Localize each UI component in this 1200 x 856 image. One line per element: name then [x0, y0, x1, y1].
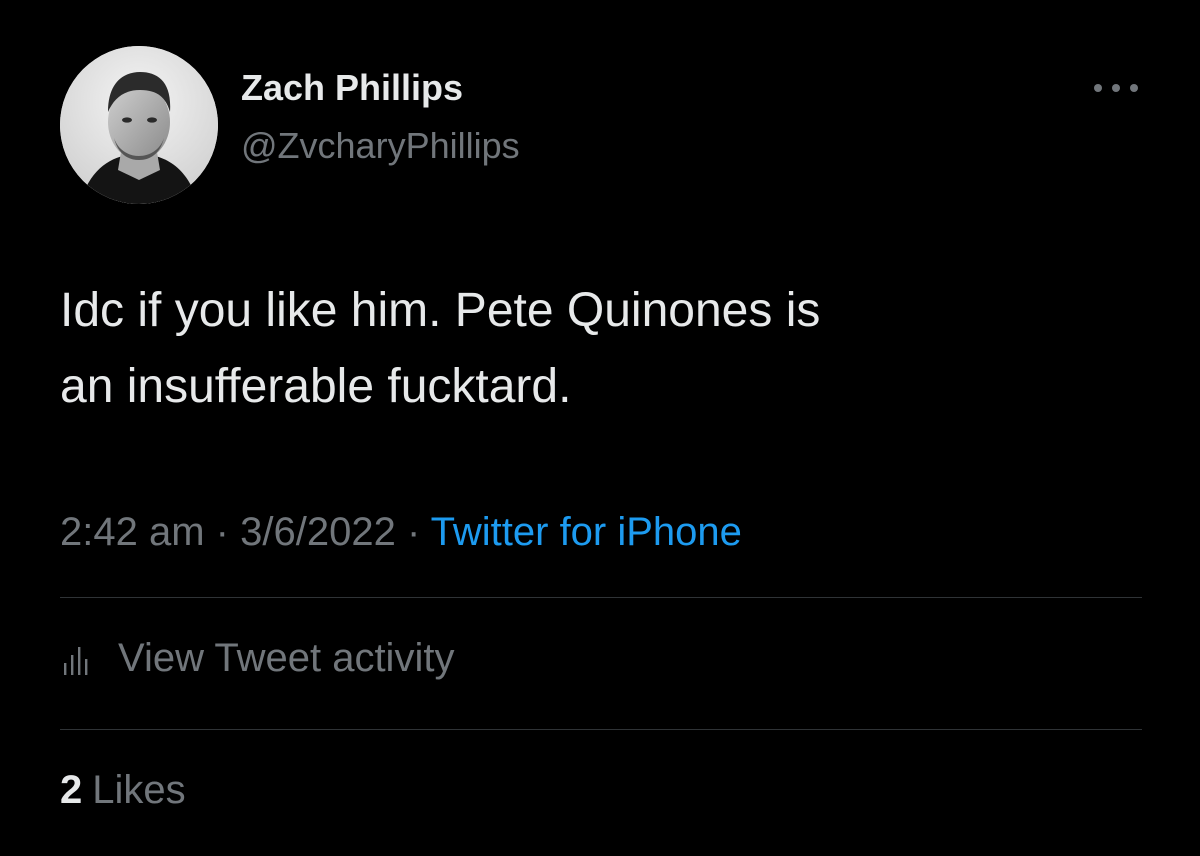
likes-link[interactable]: 2 Likes [60, 766, 186, 814]
meta-separator: · [215, 510, 229, 554]
tweet-text-line: Idc if you like him. Pete Quinones is [60, 284, 821, 337]
likes-count: 2 [60, 768, 83, 812]
divider [60, 729, 1142, 730]
more-options-dot [1112, 84, 1120, 92]
divider [60, 597, 1142, 598]
avatar[interactable] [60, 46, 218, 204]
tweet-source-link[interactable]: Twitter for iPhone [431, 510, 742, 554]
tweet-text-line: an insufferable fucktard. [60, 360, 572, 413]
tweet-time[interactable]: 2:42 am [60, 510, 205, 554]
more-options-icon[interactable] [1094, 74, 1138, 102]
tweet-meta: 2:42 am · 3/6/2022 · Twitter for iPhone [60, 508, 742, 556]
tweet-text: Idc if you like him. Pete Quinones is an… [60, 273, 1150, 425]
avatar-photo [60, 46, 218, 204]
bar-chart-icon [64, 647, 88, 675]
author-handle[interactable]: @ZvcharyPhillips [241, 124, 520, 168]
view-tweet-activity-button[interactable]: View Tweet activity [60, 634, 454, 682]
more-options-dot [1094, 84, 1102, 92]
likes-label: Likes [92, 768, 186, 812]
view-tweet-activity-label: View Tweet activity [118, 635, 455, 680]
more-options-dot [1130, 84, 1138, 92]
author-name[interactable]: Zach Phillips [241, 66, 463, 110]
tweet-date[interactable]: 3/6/2022 [240, 510, 396, 554]
meta-separator: · [406, 510, 421, 554]
